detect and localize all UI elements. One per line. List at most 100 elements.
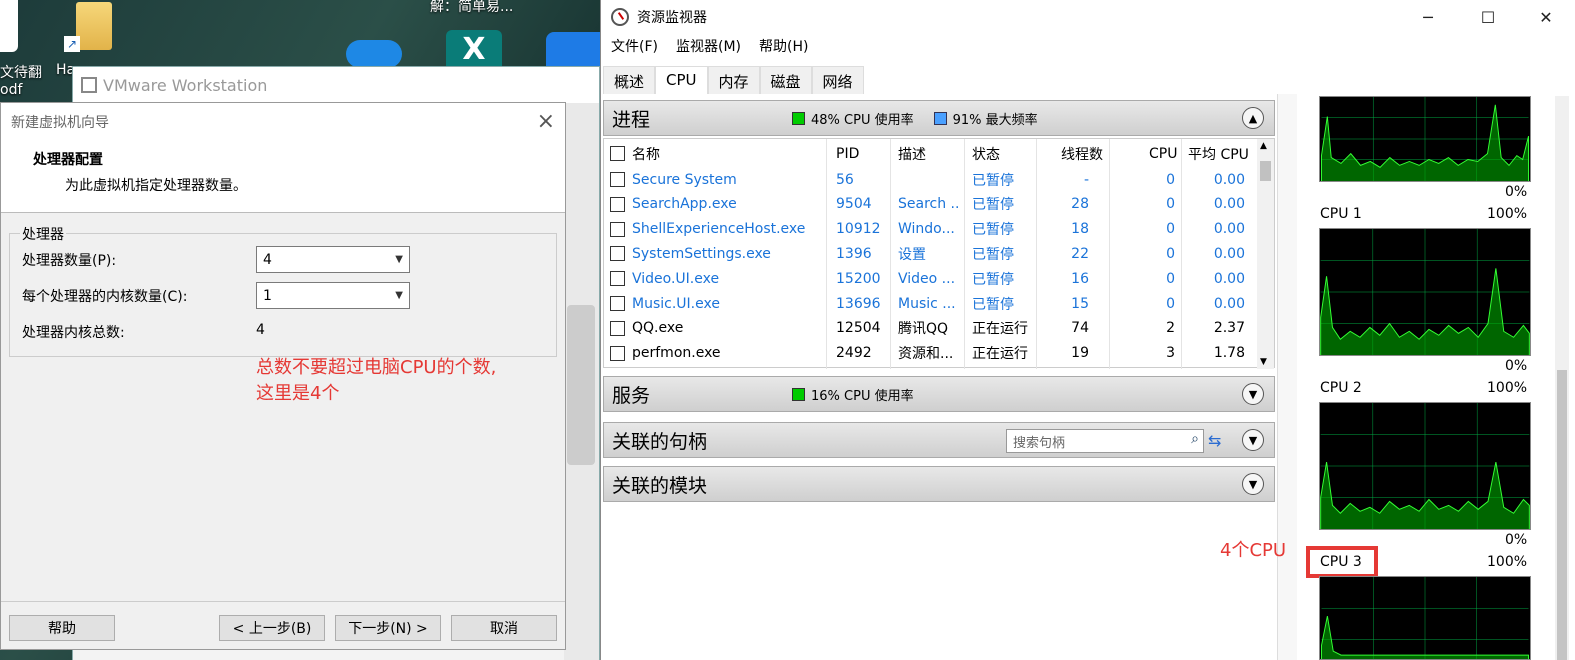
process-checkbox[interactable] [610,246,625,262]
processor-count-select[interactable]: 4 ▼ [256,246,410,273]
tab-network[interactable]: 网络 [811,66,864,94]
back-button[interactable]: < 上一步(B) [219,615,325,641]
process-description: 资源和... [898,346,954,363]
table-row[interactable]: perfmon.exe 2492 资源和... 正在运行 19 3 1.78 [604,341,1259,366]
column-header-name[interactable]: 名称 [632,144,660,164]
handles-title: 关联的句柄 [612,430,708,453]
process-cpu: 0 [1166,270,1175,287]
menubar: 文件(F) 监视器(M) 帮助(H) [611,36,808,56]
process-description: Windo... [898,221,955,238]
process-avg-cpu: 0.00 [1213,171,1245,188]
app-x-icon[interactable]: X [446,30,502,68]
chevron-down-icon[interactable]: ▼ [1242,473,1264,495]
table-row[interactable]: Secure System 56 已暂停 - 0 0.00 [604,167,1259,192]
cores-per-processor-select[interactable]: 1 ▼ [256,282,410,309]
vmware-titlebar[interactable]: VMware Workstation [73,67,599,103]
next-button[interactable]: 下一步(N) > [335,615,441,641]
process-status: 已暂停 [972,222,1014,239]
select-all-checkbox[interactable] [610,146,625,161]
process-cpu: 0 [1166,221,1175,238]
process-avg-cpu: 0.00 [1213,221,1245,238]
graph-grid [1321,577,1529,659]
table-scrollbar[interactable]: ▲ ▼ [1257,139,1274,369]
refresh-icon[interactable]: ⇆ [1208,431,1221,450]
chevron-up-icon[interactable]: ▲ [1242,107,1264,129]
table-row[interactable]: Video.UI.exe 15200 Video ... 已暂停 16 0 0.00 [604,266,1259,291]
table-row[interactable]: QQ.exe 12504 腾讯QQ 正在运行 74 2 2.37 [604,316,1259,341]
wizard-titlebar[interactable]: 新建虚拟机向导 × [1,103,565,141]
vmware-logo-icon [81,77,97,93]
onedrive-icon[interactable] [346,40,402,68]
tab-overview[interactable]: 概述 [603,66,656,94]
process-description: 设置 [898,246,926,263]
services-section-header[interactable]: 服务 16% CPU 使用率 ▼ [603,376,1275,412]
table-row[interactable]: SystemSettings.exe 1396 设置 已暂停 22 0 0.00 [604,241,1259,266]
splitter[interactable] [1277,94,1297,660]
table-row[interactable]: SearchApp.exe 9504 Search ... 已暂停 28 0 0.00 [604,192,1259,217]
tab-bar: 概述 CPU 内存 磁盘 网络 [603,66,864,94]
help-button[interactable]: 帮助 [9,615,115,641]
tab-disk[interactable]: 磁盘 [759,66,812,94]
column-header-threads[interactable]: 线程数 [1061,144,1103,164]
column-header-desc[interactable]: 描述 [898,144,926,164]
search-icon[interactable]: ⌕ [1191,431,1199,447]
tab-memory[interactable]: 内存 [707,66,760,94]
cores-per-processor-value: 1 [263,287,272,304]
process-pid: 15200 [836,270,881,287]
chevron-down-icon[interactable]: ▼ [1242,429,1264,451]
minimize-icon[interactable]: ─ [1413,4,1443,30]
scroll-down-icon[interactable]: ▼ [1260,357,1267,367]
search-placeholder: 搜索句柄 [1013,436,1066,451]
cpu-1-max-label: 100% [1487,206,1528,222]
column-header-status[interactable]: 状态 [972,144,1000,164]
column-header-cpu[interactable]: CPU [1149,146,1177,162]
close-icon[interactable]: × [537,111,555,133]
process-checkbox[interactable] [610,345,625,361]
cancel-button[interactable]: 取消 [451,615,557,641]
max-frequency-indicator: 91% 最大频率 [933,109,1038,128]
modules-section-header[interactable]: 关联的模块 ▼ [603,466,1275,502]
tab-cpu[interactable]: CPU [655,66,708,94]
close-icon[interactable]: ✕ [1531,4,1561,30]
process-checkbox[interactable] [610,196,625,212]
folder-icon[interactable] [76,2,112,50]
menu-file[interactable]: 文件(F) [611,36,658,56]
new-vm-wizard-dialog: 新建虚拟机向导 × 处理器配置 为此虚拟机指定处理器数量。 处理器 处理器数量(… [0,102,566,650]
app-cloud-icon[interactable] [546,32,600,68]
menu-help[interactable]: 帮助(H) [759,36,808,56]
scroll-up-icon[interactable]: ▲ [1260,141,1267,151]
process-pid: 56 [836,171,854,188]
processor-count-value: 4 [263,251,272,268]
wizard-title: 新建虚拟机向导 [11,115,109,131]
process-checkbox[interactable] [610,172,625,187]
process-threads: 28 [1071,196,1089,213]
desktop-icon-label: odf [0,82,23,98]
cpu-3-highlight-box [1306,546,1378,578]
table-row[interactable]: ShellExperienceHost.exe 10912 Windo... 已暂停 1… [604,217,1259,242]
process-description: Search ... [898,196,960,213]
process-checkbox[interactable] [610,296,625,311]
processes-section-header[interactable]: 进程 48% CPU 使用率 91% 最大频率 ▲ [603,100,1275,136]
process-checkbox[interactable] [610,221,625,237]
graph-scrollbar-thumb[interactable] [1557,370,1567,660]
total-cores-value: 4 [256,322,265,338]
process-checkbox[interactable] [610,320,625,336]
column-header-avg-cpu[interactable]: 平均 CPU [1188,144,1249,164]
annotation-line: 总数不要超过电脑CPU的个数, [256,357,497,378]
process-checkbox[interactable] [610,271,625,287]
scrollbar-thumb[interactable] [1260,161,1271,181]
handles-section-header[interactable]: 关联的句柄 搜索句柄 ⌕ ⇆ ▼ [603,422,1275,458]
process-name: SearchApp.exe [632,196,737,213]
table-row[interactable]: Music.UI.exe 13696 Music ... 已暂停 15 0 0.00 [604,291,1259,316]
pdf-file-icon[interactable] [0,0,18,52]
search-handles-input[interactable]: 搜索句柄 ⌕ [1006,429,1204,453]
cpu-count-annotation: 4个CPU [1220,540,1287,561]
process-pid: 12504 [836,320,881,337]
maximize-icon[interactable]: ☐ [1473,4,1503,30]
cpu-1-min-label: 0% [1505,358,1528,374]
process-name: perfmon.exe [632,345,721,362]
desktop-top-label: 解：简单易... [430,0,514,15]
column-header-pid[interactable]: PID [836,146,859,162]
chevron-down-icon[interactable]: ▼ [1242,383,1264,405]
menu-monitor[interactable]: 监视器(M) [676,36,741,56]
